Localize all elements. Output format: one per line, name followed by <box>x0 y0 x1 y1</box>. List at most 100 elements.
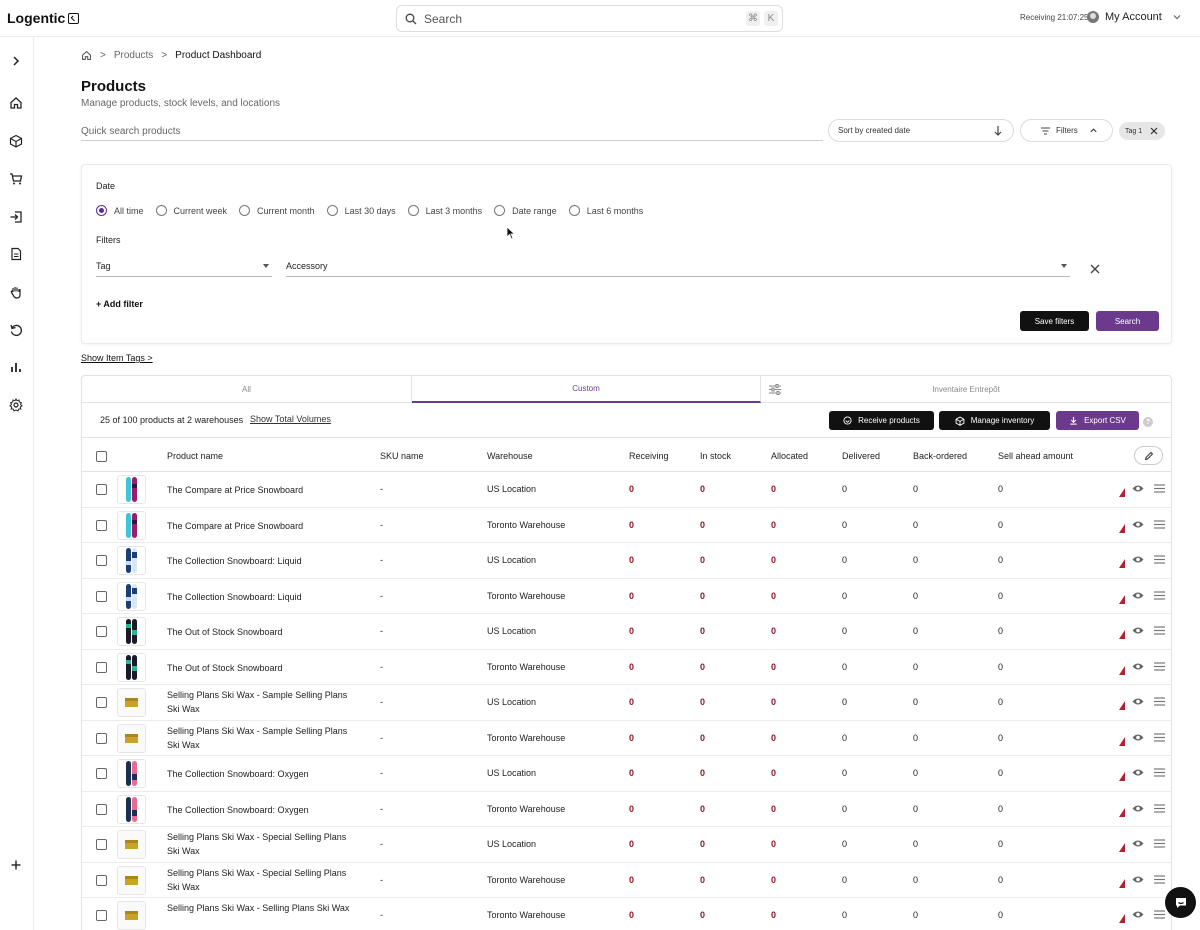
date-option-all-time[interactable]: All time <box>96 205 144 216</box>
column-header-warehouse[interactable]: Warehouse <box>487 451 533 461</box>
gear-icon[interactable] <box>8 397 24 413</box>
eye-icon[interactable] <box>1132 697 1144 706</box>
column-header-delivered[interactable]: Delivered <box>842 451 880 461</box>
row-menu-icon[interactable] <box>1154 874 1165 884</box>
table-row[interactable]: The Out of Stock Snowboard - US Location 0 0… <box>82 614 1171 650</box>
export-csv-button[interactable]: Export CSV <box>1056 411 1139 430</box>
eye-icon[interactable] <box>1132 555 1144 564</box>
chat-widget-button[interactable] <box>1165 887 1196 918</box>
table-row[interactable]: Selling Plans Ski Wax - Selling Plans Sk… <box>82 898 1171 930</box>
help-icon[interactable]: ? <box>1143 417 1153 427</box>
product-name-cell[interactable]: The Collection Snowboard: Oxygen <box>167 767 357 781</box>
row-menu-icon[interactable] <box>1154 590 1165 600</box>
table-row[interactable]: Selling Plans Ski Wax - Sample Selling P… <box>82 685 1171 721</box>
products-box-icon[interactable] <box>8 133 24 149</box>
row-checkbox[interactable] <box>96 555 107 566</box>
column-header-product-name[interactable]: Product name <box>167 451 223 461</box>
table-row[interactable]: The Collection Snowboard: Oxygen - US Loca… <box>82 756 1171 792</box>
add-icon[interactable] <box>8 857 24 873</box>
breadcrumb-products[interactable]: Products <box>114 50 153 61</box>
column-header-back-ordered[interactable]: Back-ordered <box>913 451 967 461</box>
product-name-cell[interactable]: The Out of Stock Snowboard <box>167 625 357 639</box>
table-row[interactable]: The Collection Snowboard: Liquid - Toronto… <box>82 579 1171 614</box>
sort-select[interactable]: Sort by created date <box>828 119 1014 142</box>
hand-icon[interactable] <box>8 284 24 300</box>
tab-custom[interactable]: Custom <box>412 376 761 403</box>
eye-icon[interactable] <box>1132 733 1144 742</box>
column-header-allocated[interactable]: Allocated <box>771 451 808 461</box>
eye-icon[interactable] <box>1132 484 1144 493</box>
cart-icon[interactable] <box>8 171 24 187</box>
sliders-icon[interactable] <box>769 384 781 395</box>
column-header-sell-ahead[interactable]: Sell ahead amount <box>998 451 1073 461</box>
home-icon[interactable] <box>8 95 24 111</box>
table-row[interactable]: The Compare at Price Snowboard - US Locati… <box>82 472 1171 508</box>
eye-icon[interactable] <box>1132 626 1144 635</box>
remove-filter-icon[interactable] <box>1089 263 1101 275</box>
close-icon[interactable] <box>1150 127 1158 135</box>
column-header-in-stock[interactable]: In stock <box>700 451 731 461</box>
document-icon[interactable] <box>8 246 24 262</box>
row-checkbox[interactable] <box>96 874 107 886</box>
row-menu-icon[interactable] <box>1154 697 1165 706</box>
add-filter-button[interactable]: + Add filter <box>96 299 143 309</box>
tab-inventaire-entrepot[interactable]: Inventaire Entrepôt <box>761 376 1171 403</box>
eye-icon[interactable] <box>1132 910 1144 919</box>
row-checkbox[interactable] <box>96 484 107 495</box>
row-menu-icon[interactable] <box>1154 910 1165 919</box>
filter-field-select[interactable]: Tag <box>96 260 272 277</box>
eye-icon[interactable] <box>1132 875 1144 884</box>
home-breadcrumb-icon[interactable] <box>81 50 92 61</box>
row-menu-icon[interactable] <box>1154 661 1165 671</box>
row-menu-icon[interactable] <box>1154 803 1165 813</box>
tab-all[interactable]: All <box>82 376 412 403</box>
table-row[interactable]: The Compare at Price Snowboard - Toronto W… <box>82 508 1171 543</box>
global-search[interactable]: Search ⌘ K <box>396 5 783 32</box>
table-row[interactable]: Selling Plans Ski Wax - Special Selling … <box>82 863 1171 898</box>
show-total-volumes-link[interactable]: Show Total Volumes <box>250 414 331 424</box>
row-checkbox[interactable] <box>96 519 107 531</box>
search-button[interactable]: Search <box>1096 311 1159 331</box>
date-option-current-month[interactable]: Current month <box>239 205 315 216</box>
date-option-last-6-months[interactable]: Last 6 months <box>568 205 643 216</box>
product-name-cell[interactable]: Selling Plans Ski Wax - Sample Selling P… <box>167 724 357 752</box>
row-menu-icon[interactable] <box>1154 626 1165 635</box>
logo[interactable]: Logentic <box>7 10 80 26</box>
account-menu[interactable]: My Account <box>1087 11 1182 23</box>
row-checkbox[interactable] <box>96 697 107 708</box>
save-filters-button[interactable]: Save filters <box>1020 311 1089 331</box>
product-name-cell[interactable]: Selling Plans Ski Wax - Sample Selling P… <box>167 688 357 716</box>
table-row[interactable]: The Collection Snowboard: Liquid - US Loca… <box>82 543 1171 579</box>
show-item-tags-link[interactable]: Show Item Tags > <box>81 353 153 363</box>
row-checkbox[interactable] <box>96 626 107 637</box>
row-menu-icon[interactable] <box>1154 732 1165 742</box>
row-menu-icon[interactable] <box>1154 768 1165 777</box>
table-row[interactable]: The Collection Snowboard: Oxygen - Toronto… <box>82 792 1171 827</box>
table-row[interactable]: Selling Plans Ski Wax - Special Selling … <box>82 827 1171 863</box>
bar-chart-icon[interactable] <box>8 359 24 375</box>
row-menu-icon[interactable] <box>1154 839 1165 848</box>
eye-icon[interactable] <box>1132 804 1144 813</box>
product-name-cell[interactable]: Selling Plans Ski Wax - Special Selling … <box>167 866 357 894</box>
returns-icon[interactable] <box>8 322 24 338</box>
row-checkbox[interactable] <box>96 661 107 673</box>
tag-chip[interactable]: Tag 1 <box>1119 122 1165 140</box>
eye-icon[interactable] <box>1132 768 1144 777</box>
date-option-last-3-months[interactable]: Last 3 months <box>407 205 482 216</box>
row-checkbox[interactable] <box>96 590 107 602</box>
row-checkbox[interactable] <box>96 768 107 779</box>
receive-products-button[interactable]: Receive products <box>829 411 934 430</box>
manage-inventory-button[interactable]: Manage inventory <box>939 411 1050 430</box>
eye-icon[interactable] <box>1132 839 1144 848</box>
product-name-cell[interactable]: Selling Plans Ski Wax - Selling Plans Sk… <box>167 901 357 915</box>
product-name-cell[interactable]: The Collection Snowboard: Liquid <box>167 590 357 604</box>
table-row[interactable]: The Out of Stock Snowboard - Toronto Wareh… <box>82 650 1171 685</box>
date-option-date-range[interactable]: Date range <box>494 205 557 216</box>
row-checkbox[interactable] <box>96 910 107 921</box>
edit-columns-button[interactable] <box>1134 446 1163 465</box>
filter-value-select[interactable]: Accessory <box>286 260 1070 277</box>
eye-icon[interactable] <box>1132 520 1144 529</box>
row-menu-icon[interactable] <box>1154 484 1165 493</box>
column-header-receiving[interactable]: Receiving <box>629 451 669 461</box>
date-option-current-week[interactable]: Current week <box>155 205 227 216</box>
